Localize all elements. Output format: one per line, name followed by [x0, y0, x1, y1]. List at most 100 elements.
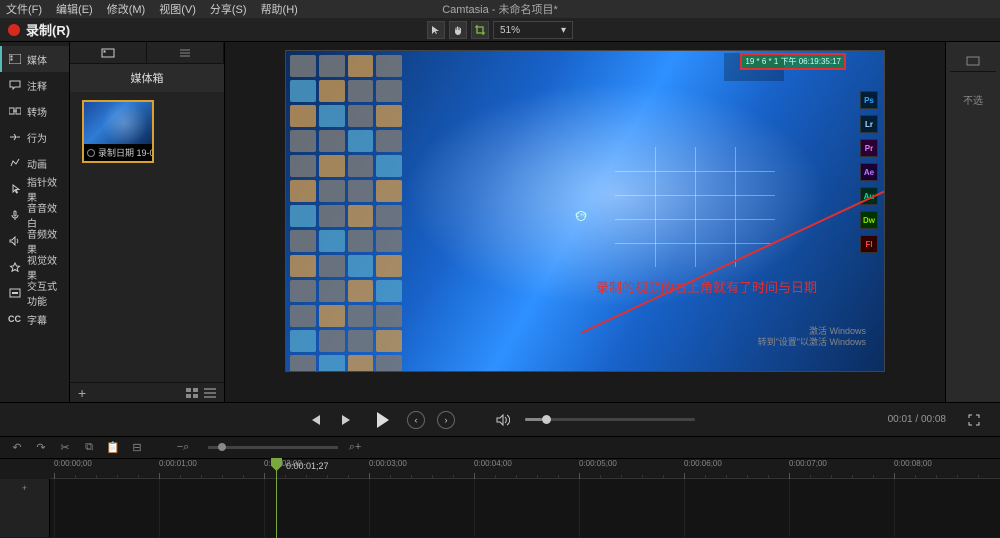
sidebar-item-cursor[interactable]: 指针效果	[0, 176, 69, 202]
sidebar-item-audio[interactable]: 音频效果	[0, 228, 69, 254]
sidebar-item-visual[interactable]: 视觉效果	[0, 254, 69, 280]
playhead-icon[interactable]	[271, 458, 282, 471]
sidebar-label: 注释	[27, 78, 47, 93]
tracks-header: +	[0, 479, 50, 537]
lightroom-icon: Lr	[860, 115, 878, 133]
cc-icon: CC	[8, 313, 21, 326]
next-frame-button[interactable]	[337, 410, 357, 430]
panel-tabs	[70, 42, 224, 64]
redo-icon[interactable]: ↷	[34, 441, 48, 455]
sidebar-label: 转场	[27, 104, 47, 119]
sidebar-item-transition[interactable]: 转场	[0, 98, 69, 124]
media-clip[interactable]: 录制日期 19-06-1…	[82, 100, 154, 163]
sidebar-label: 行为	[27, 130, 47, 145]
undo-icon[interactable]: ↶	[10, 441, 24, 455]
add-media-button[interactable]: +	[78, 385, 86, 401]
step-fwd-button[interactable]: ›	[437, 411, 455, 429]
ruler-tick: 0:00:03;00	[369, 459, 407, 468]
prev-frame-button[interactable]	[305, 410, 325, 430]
sidebar-item-voice[interactable]: 音音效白	[0, 202, 69, 228]
timeline-ruler[interactable]: 0:00:01;27 0:00:00;000:00:01;000:00:02;0…	[50, 459, 1000, 479]
annotation-text: 录制的视频的右上角就有了时间与日期	[596, 277, 817, 296]
crop-tool-icon[interactable]	[471, 21, 489, 39]
time-display: 00:01 / 00:08	[888, 414, 946, 425]
menu-help[interactable]: 帮助(H)	[261, 1, 298, 17]
copy-icon[interactable]: ⧉	[82, 441, 96, 455]
hand-tool-icon[interactable]	[449, 21, 467, 39]
clip-type-icon	[87, 149, 95, 157]
ruler-tick: 0:00:05;00	[579, 459, 617, 468]
zoom-value: 51%	[500, 25, 520, 36]
ruler-tick: 0:00:04;00	[474, 459, 512, 468]
tracks-body[interactable]	[50, 479, 1000, 537]
menu-modify[interactable]: 修改(M)	[107, 1, 146, 17]
zoom-in-icon[interactable]: ⌕+	[348, 441, 362, 455]
volume-slider[interactable]	[525, 418, 695, 421]
timeline-toolbar: ↶ ↷ ✂ ⧉ 📋 ⊟ −⌕ ⌕+	[0, 437, 1000, 459]
sidebar-label: 媒体	[27, 52, 47, 67]
ruler-tick: 0:00:00;00	[54, 459, 92, 468]
ruler-tick: 0:00:07;00	[789, 459, 827, 468]
fullscreen-icon[interactable]	[964, 410, 984, 430]
adobe-app-icons: Ps Lr Pr Ae Au Dw Fl	[860, 91, 878, 253]
tool-sidebar: 媒体 注释 转场 行为 动画 指针效果 音音效白 音频效果 视觉效果 交互式功能…	[0, 42, 70, 402]
media-icon	[8, 53, 21, 66]
pointer-tool-icon[interactable]	[427, 21, 445, 39]
ruler-tick: 0:00:01;00	[159, 459, 197, 468]
add-track-button[interactable]: +	[22, 483, 27, 493]
sidebar-item-media[interactable]: 媒体	[0, 46, 69, 72]
preview-canvas[interactable]: Ps Lr Pr Ae Au Dw Fl 19 * 6 * 1 下午 06:19…	[285, 50, 885, 372]
cursor-marker-icon: C+0	[576, 211, 586, 221]
animation-icon	[8, 157, 21, 170]
media-panel: 媒体箱 录制日期 19-06-1… +	[70, 42, 225, 402]
activate-title: 激活 Windows	[758, 326, 866, 338]
menu-edit[interactable]: 编辑(E)	[56, 1, 93, 17]
menu-view[interactable]: 视图(V)	[159, 1, 196, 17]
menu-file[interactable]: 文件(F)	[6, 1, 42, 17]
play-button[interactable]	[369, 407, 395, 433]
split-icon[interactable]: ⊟	[130, 441, 144, 455]
interactive-icon	[8, 287, 21, 300]
main-area: 媒体 注释 转场 行为 动画 指针效果 音音效白 音频效果 视觉效果 交互式功能…	[0, 42, 1000, 402]
record-label[interactable]: 录制(R)	[26, 20, 70, 39]
sidebar-item-interactive[interactable]: 交互式功能	[0, 280, 69, 306]
ruler-tick: 0:00:08;00	[894, 459, 932, 468]
sidebar-label: 字幕	[27, 312, 47, 327]
sidebar-item-behavior[interactable]: 行为	[0, 124, 69, 150]
panel-tab-lib[interactable]	[147, 42, 224, 63]
clip-thumbnail	[84, 102, 152, 144]
behavior-icon	[8, 131, 21, 144]
zoom-level[interactable]: 51% ▾	[493, 21, 573, 39]
record-icon[interactable]	[8, 24, 20, 36]
transition-icon	[8, 105, 21, 118]
cut-icon[interactable]: ✂	[58, 441, 72, 455]
timeline-zoom-slider[interactable]	[208, 446, 338, 449]
paste-icon[interactable]: 📋	[106, 441, 120, 455]
view-list-icon[interactable]	[204, 388, 216, 398]
menu-share[interactable]: 分享(S)	[210, 1, 247, 17]
view-grid-icon[interactable]	[186, 388, 198, 398]
sidebar-item-animation[interactable]: 动画	[0, 150, 69, 176]
props-empty-label: 不选	[950, 92, 996, 107]
windows-logo-lines	[615, 147, 775, 267]
visual-icon	[8, 261, 21, 274]
annotation-icon	[8, 79, 21, 92]
sidebar-item-caption[interactable]: CC 字幕	[0, 306, 69, 332]
cursor-effect-icon	[8, 183, 21, 196]
step-back-button[interactable]: ‹	[407, 411, 425, 429]
speaker-icon	[8, 235, 21, 248]
mic-icon	[8, 209, 21, 222]
panel-tab-bin[interactable]	[70, 42, 147, 63]
premiere-icon: Pr	[860, 139, 878, 157]
canvas-toolbar: 51% ▾	[427, 18, 573, 42]
panel-title: 媒体箱	[70, 64, 224, 92]
sidebar-item-annotation[interactable]: 注释	[0, 72, 69, 98]
sidebar-label: 交互式功能	[27, 278, 61, 308]
props-tab-icon[interactable]	[950, 50, 996, 72]
timeline-tracks: +	[0, 479, 1000, 537]
zoom-out-icon[interactable]: −⌕	[176, 441, 190, 455]
window-title: Camtasia - 未命名项目*	[442, 1, 558, 17]
volume-icon[interactable]	[493, 410, 513, 430]
dreamweaver-icon: Dw	[860, 211, 878, 229]
properties-panel: 不选	[945, 42, 1000, 402]
